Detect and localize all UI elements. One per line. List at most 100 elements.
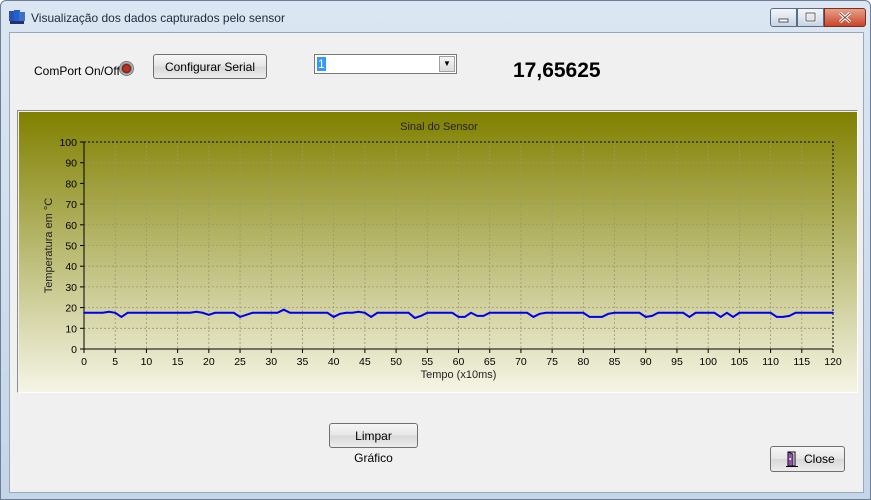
data-point bbox=[557, 311, 560, 314]
window-close-button[interactable] bbox=[824, 8, 866, 27]
data-point bbox=[688, 316, 691, 318]
maximize-button[interactable] bbox=[797, 8, 824, 27]
door-exit-icon bbox=[786, 451, 798, 467]
data-point bbox=[463, 316, 466, 318]
data-point bbox=[270, 311, 273, 314]
data-point bbox=[788, 314, 791, 317]
data-point bbox=[307, 311, 310, 314]
data-point bbox=[89, 311, 92, 314]
data-point bbox=[507, 311, 510, 314]
y-tick-label: 100 bbox=[59, 137, 77, 149]
data-point bbox=[413, 317, 416, 319]
data-point bbox=[214, 311, 216, 314]
data-point bbox=[725, 311, 728, 314]
data-point bbox=[757, 311, 759, 314]
data-point bbox=[601, 316, 603, 318]
data-point bbox=[245, 313, 248, 316]
app-icon bbox=[9, 10, 25, 24]
x-tick-label: 35 bbox=[297, 356, 309, 368]
data-point bbox=[526, 311, 529, 314]
y-tick-label: 50 bbox=[65, 241, 77, 253]
x-tick-label: 70 bbox=[515, 356, 527, 368]
client-area: ComPort On/Off Configurar Serial 1 ▼ 17,… bbox=[9, 32, 864, 493]
data-point bbox=[395, 311, 397, 314]
data-point bbox=[488, 311, 491, 314]
data-point bbox=[451, 311, 454, 314]
data-point bbox=[594, 316, 597, 318]
data-point bbox=[339, 312, 341, 315]
data-point bbox=[401, 311, 404, 314]
data-point bbox=[151, 311, 154, 314]
data-point bbox=[264, 311, 266, 314]
x-tick-label: 75 bbox=[546, 356, 558, 368]
data-point bbox=[582, 311, 585, 314]
data-point bbox=[432, 311, 435, 314]
x-axis-label: Tempo (x10ms) bbox=[421, 369, 497, 381]
x-tick-label: 0 bbox=[81, 356, 87, 368]
data-point bbox=[513, 311, 516, 314]
x-tick-label: 100 bbox=[699, 356, 717, 368]
y-tick-label: 80 bbox=[65, 178, 77, 190]
port-select[interactable]: 1 ▼ bbox=[314, 54, 457, 74]
data-point bbox=[239, 316, 241, 318]
data-point bbox=[201, 311, 204, 314]
data-point bbox=[682, 311, 685, 314]
data-point bbox=[370, 316, 373, 318]
data-point bbox=[825, 311, 828, 314]
window-title: Visualização dos dados capturados pelo s… bbox=[31, 11, 285, 25]
data-point bbox=[376, 311, 379, 314]
data-point bbox=[301, 311, 304, 314]
x-tick-label: 115 bbox=[793, 356, 810, 368]
data-point bbox=[694, 311, 697, 314]
x-tick-label: 65 bbox=[484, 356, 496, 368]
data-point bbox=[101, 311, 104, 314]
x-tick-label: 25 bbox=[234, 356, 246, 368]
data-point bbox=[532, 316, 535, 318]
data-point bbox=[332, 316, 335, 318]
data-point bbox=[95, 311, 98, 314]
x-tick-label: 40 bbox=[328, 356, 340, 368]
data-point bbox=[782, 316, 784, 318]
data-point bbox=[676, 311, 678, 314]
data-point bbox=[626, 311, 628, 314]
y-tick-label: 0 bbox=[71, 344, 77, 356]
data-point bbox=[282, 308, 285, 311]
data-point bbox=[470, 311, 472, 314]
x-tick-label: 10 bbox=[141, 356, 153, 368]
current-reading: 17,65625 bbox=[513, 59, 601, 82]
data-point bbox=[164, 311, 167, 314]
x-tick-label: 110 bbox=[762, 356, 779, 368]
data-point bbox=[495, 311, 497, 314]
data-point bbox=[120, 316, 123, 318]
comport-label: ComPort On/Off bbox=[34, 64, 120, 78]
data-point bbox=[445, 311, 447, 314]
chevron-down-icon[interactable]: ▼ bbox=[439, 56, 455, 72]
data-point bbox=[426, 311, 429, 314]
configure-serial-button[interactable]: Configurar Serial bbox=[153, 54, 267, 79]
title-bar[interactable]: Visualização dos dados capturados pelo s… bbox=[1, 1, 870, 33]
y-tick-label: 90 bbox=[65, 158, 77, 170]
y-axis-label: Temperatura em °C bbox=[43, 198, 55, 294]
data-point bbox=[351, 311, 354, 314]
data-point bbox=[420, 314, 422, 317]
close-icon bbox=[838, 11, 852, 24]
x-tick-label: 85 bbox=[609, 356, 621, 368]
data-point bbox=[669, 311, 672, 314]
x-tick-label: 90 bbox=[640, 356, 652, 368]
data-point bbox=[538, 312, 541, 315]
x-tick-label: 55 bbox=[421, 356, 433, 368]
x-tick-label: 15 bbox=[172, 356, 184, 368]
data-point bbox=[775, 316, 778, 318]
data-point bbox=[133, 311, 135, 314]
minimize-button[interactable] bbox=[770, 8, 797, 27]
data-point bbox=[813, 311, 816, 314]
x-tick-label: 60 bbox=[453, 356, 465, 368]
data-point bbox=[644, 316, 647, 318]
led-indicator-icon[interactable] bbox=[119, 61, 134, 76]
data-point bbox=[345, 311, 348, 314]
clear-chart-button[interactable]: Limpar Gráfico bbox=[329, 423, 418, 465]
close-button[interactable]: Close bbox=[770, 446, 845, 472]
y-tick-label: 60 bbox=[65, 220, 77, 232]
data-point bbox=[176, 311, 179, 314]
data-point bbox=[289, 311, 291, 314]
